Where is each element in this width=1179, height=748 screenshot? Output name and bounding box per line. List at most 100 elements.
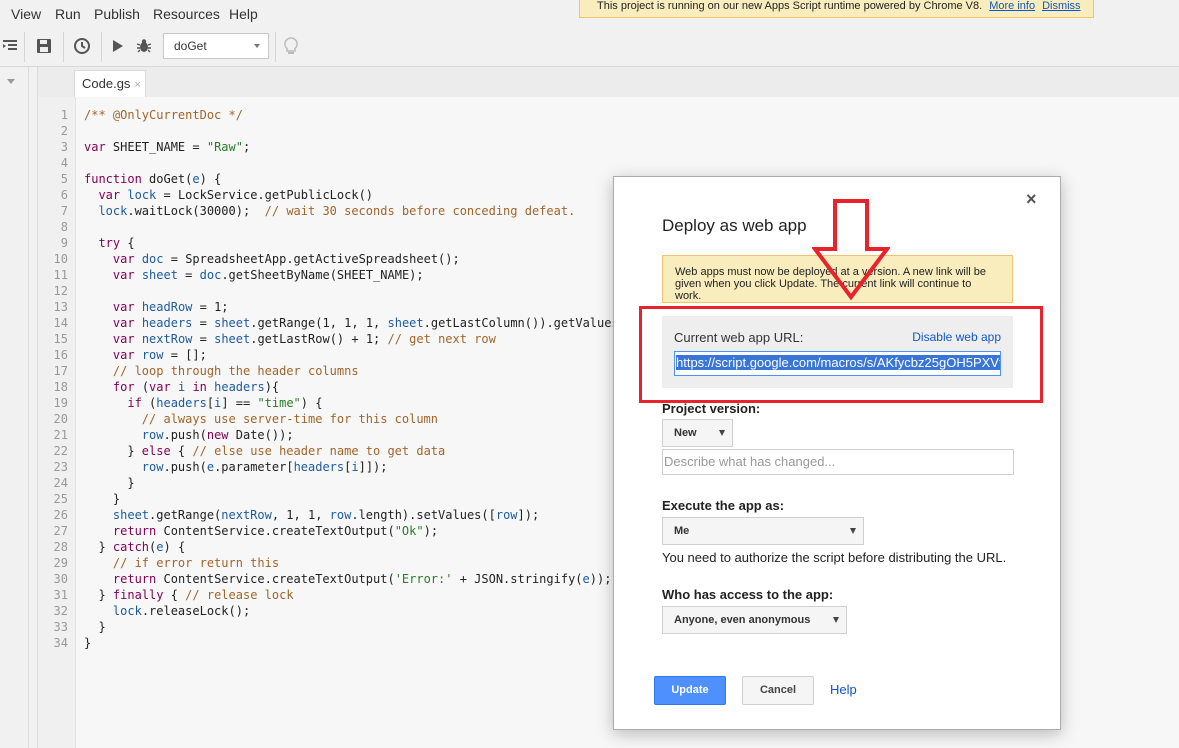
line-number: 8 xyxy=(60,220,68,234)
line-number: 12 xyxy=(53,284,68,298)
tab-label: Code.gs xyxy=(82,76,131,91)
line-number: 11 xyxy=(53,268,68,282)
code-line: } catch(e) { xyxy=(84,540,186,554)
menu-run[interactable]: Run xyxy=(55,6,81,22)
more-info-link[interactable]: More info xyxy=(989,0,1035,12)
code-line: var SHEET_NAME = "Raw"; xyxy=(84,140,251,154)
tab-code-gs[interactable]: Code.gs × xyxy=(74,70,146,97)
code-line: try { xyxy=(98,236,135,250)
line-number: 33 xyxy=(53,620,68,634)
code-line: var nextRow = sheet.getLastRow() + 1; //… xyxy=(112,332,496,346)
line-number: 6 xyxy=(60,188,68,202)
code-line: } xyxy=(84,620,106,634)
code-line: var headRow = 1; xyxy=(112,300,229,314)
line-number: 3 xyxy=(60,140,68,154)
menu-resources[interactable]: Resources xyxy=(153,6,220,22)
line-number: 18 xyxy=(53,380,68,394)
access-label: Who has access to the app: xyxy=(662,587,834,602)
menu-view[interactable]: View xyxy=(11,6,41,22)
menu-publish[interactable]: Publish xyxy=(94,6,140,22)
line-number: 17 xyxy=(53,364,68,378)
line-number: 26 xyxy=(53,508,68,522)
line-number: 24 xyxy=(53,476,68,490)
line-number: 20 xyxy=(53,412,68,426)
code-line: // if error return this xyxy=(112,556,280,570)
line-number: 13 xyxy=(53,300,68,314)
execute-as-label: Execute the app as: xyxy=(662,498,785,513)
describe-changes-input[interactable]: Describe what has changed... xyxy=(662,449,1014,475)
menu-help[interactable]: Help xyxy=(229,6,258,22)
dismiss-link[interactable]: Dismiss xyxy=(1042,0,1081,12)
chevron-down-icon xyxy=(254,44,260,48)
collapse-chevron-icon[interactable] xyxy=(7,79,15,85)
close-icon[interactable]: × xyxy=(1026,189,1037,210)
code-line: var headers = sheet.getRange(1, 1, 1, sh… xyxy=(112,316,619,330)
lightbulb-icon[interactable] xyxy=(277,32,305,60)
line-number: 29 xyxy=(53,556,68,570)
update-button[interactable]: Update xyxy=(654,676,726,705)
execute-as-select[interactable]: Me xyxy=(662,517,864,545)
toolbar-divider xyxy=(101,32,102,62)
code-line: var row = []; xyxy=(112,348,207,362)
code-line: lock.waitLock(30000); // wait 30 seconds… xyxy=(98,204,576,218)
line-number: 30 xyxy=(53,572,68,586)
line-number: 27 xyxy=(53,524,68,538)
line-number: 34 xyxy=(53,636,68,650)
code-line: for (var i in headers){ xyxy=(112,380,280,394)
code-line: lock.releaseLock(); xyxy=(112,604,251,618)
code-line: } xyxy=(84,492,121,506)
save-icon[interactable] xyxy=(30,32,58,60)
line-number: 10 xyxy=(53,252,68,266)
triggers-clock-icon[interactable] xyxy=(68,32,96,60)
project-version-value: New xyxy=(674,427,697,439)
project-version-select[interactable]: New xyxy=(662,419,733,447)
function-select-value: doGet xyxy=(174,39,207,53)
code-line: // loop through the header columns xyxy=(112,364,359,378)
code-line: var doc = SpreadsheetApp.getActiveSpread… xyxy=(112,252,460,266)
toolbar: doGet xyxy=(0,28,1179,67)
red-arrow-annotation xyxy=(812,199,890,301)
access-value: Anyone, even anonymous xyxy=(674,614,811,626)
line-number: 28 xyxy=(53,540,68,554)
notice-text: This project is running on our new Apps … xyxy=(597,0,983,12)
access-select[interactable]: Anyone, even anonymous xyxy=(662,606,847,634)
code-line: function doGet(e) { xyxy=(84,172,222,186)
line-number: 2 xyxy=(60,124,68,138)
line-number: 14 xyxy=(53,316,68,330)
code-line: var lock = LockService.getPublicLock() xyxy=(98,188,374,202)
left-side-panel xyxy=(0,67,29,748)
line-number: 16 xyxy=(53,348,68,362)
runtime-notice: This project is running on our new Apps … xyxy=(579,0,1094,18)
cancel-button[interactable]: Cancel xyxy=(742,676,814,705)
tab-strip xyxy=(38,67,1179,97)
line-number: 1 xyxy=(60,108,68,122)
code-line: } else { // else use header name to get … xyxy=(84,444,446,458)
toolbar-divider xyxy=(63,32,64,62)
debug-bug-icon[interactable] xyxy=(130,32,158,60)
line-number: 23 xyxy=(53,460,68,474)
line-number: 15 xyxy=(53,332,68,346)
code-line: } xyxy=(84,476,135,490)
project-version-label: Project version: xyxy=(662,401,761,416)
code-line: // always use server-time for this colum… xyxy=(141,412,439,426)
function-select[interactable]: doGet xyxy=(163,33,269,59)
line-number: 5 xyxy=(60,172,68,186)
line-number: 25 xyxy=(53,492,68,506)
run-play-icon[interactable] xyxy=(104,32,132,60)
code-line: return ContentService.createTextOutput('… xyxy=(112,572,612,586)
code-line: row.push(e.parameter[headers[i]]); xyxy=(141,460,388,474)
close-tab-icon[interactable]: × xyxy=(134,79,140,91)
dropdown-triangle-icon xyxy=(833,617,839,623)
code-line: /** @OnlyCurrentDoc */ xyxy=(84,108,243,122)
dialog-title: Deploy as web app xyxy=(662,216,807,235)
indent-icon[interactable] xyxy=(0,32,20,60)
line-number: 9 xyxy=(60,236,68,250)
file-panel-edge xyxy=(29,67,38,748)
red-box-annotation xyxy=(639,306,1043,403)
line-number: 31 xyxy=(53,588,68,602)
help-link[interactable]: Help xyxy=(830,682,857,697)
code-line: } finally { // release lock xyxy=(84,588,294,602)
line-number: 19 xyxy=(53,396,68,410)
code-line: if (headers[i] == "time") { xyxy=(127,396,323,410)
code-line: row.push(new Date()); xyxy=(141,428,294,442)
